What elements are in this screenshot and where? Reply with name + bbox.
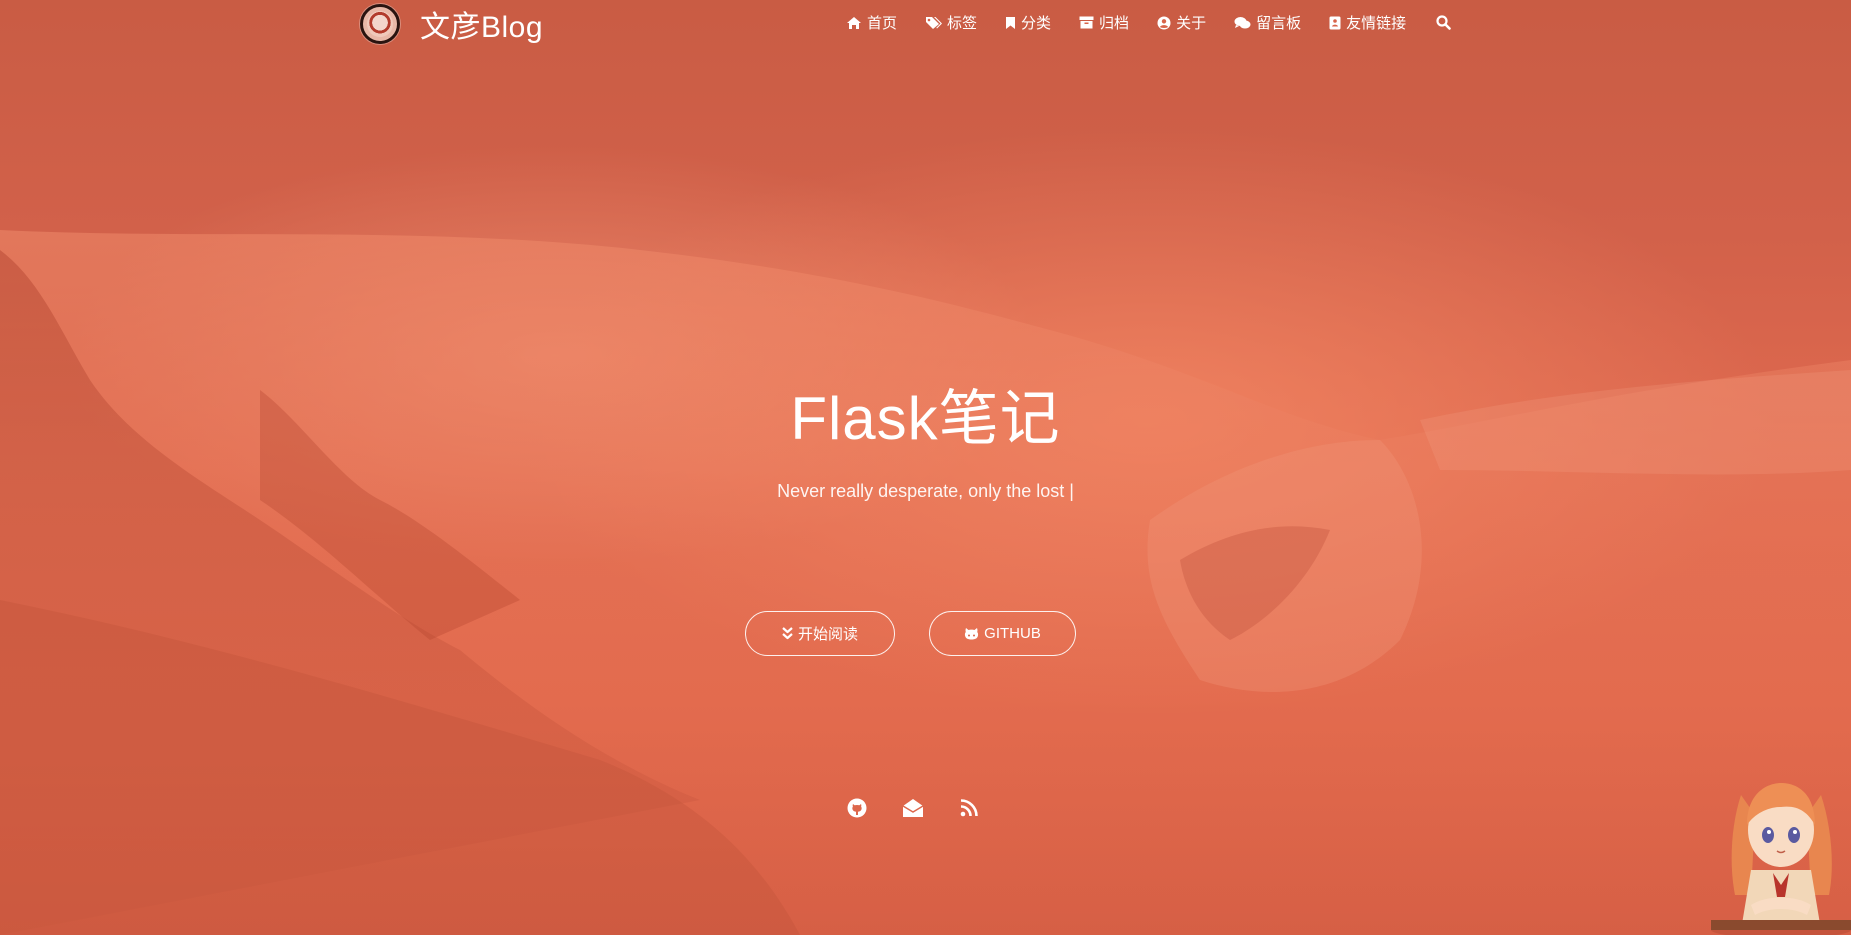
hero-title: Flask笔记 <box>790 385 1061 452</box>
rss-link[interactable] <box>957 796 981 820</box>
nav-item-about[interactable]: 关于 <box>1157 12 1206 33</box>
tags-icon <box>926 16 943 29</box>
angle-double-down-icon <box>782 627 793 640</box>
hero-subtitle: Never really desperate, only the lost | <box>777 481 1074 501</box>
archive-icon <box>1079 16 1094 29</box>
address-book-icon <box>1329 16 1341 29</box>
nav-item-guestbook[interactable]: 留言板 <box>1234 12 1301 33</box>
bookmark-icon <box>1006 16 1016 29</box>
nav-menu: 首页 标签 分类 归档 关于 留言板 友情链接 <box>846 12 1456 33</box>
rss-icon <box>960 799 978 817</box>
nav-item-categories[interactable]: 分类 <box>1005 12 1051 33</box>
github-button-label: GITHUB <box>984 625 1041 642</box>
search-button[interactable] <box>1436 15 1456 30</box>
mascot-character[interactable] <box>1711 755 1851 935</box>
nav-item-archive[interactable]: 归档 <box>1079 12 1129 33</box>
email-link[interactable] <box>901 796 925 820</box>
hero-banner: 文彦Blog 首页 标签 分类 归档 关于 留言板 友情链接 Flask笔记 N… <box>0 0 1851 935</box>
nav-label: 留言板 <box>1256 15 1302 32</box>
github-icon <box>847 798 867 818</box>
nav-label: 分类 <box>1021 15 1052 32</box>
github-button[interactable]: GITHUB <box>929 611 1076 656</box>
nav-label: 归档 <box>1099 15 1130 32</box>
site-title[interactable]: 文彦Blog <box>420 2 543 46</box>
top-navbar: 文彦Blog 首页 标签 分类 归档 关于 留言板 友情链接 <box>0 0 1851 48</box>
mountain-background <box>0 230 1851 935</box>
comments-icon <box>1234 16 1251 28</box>
brand[interactable]: 文彦Blog <box>360 4 543 44</box>
nav-item-tags[interactable]: 标签 <box>925 12 977 33</box>
site-logo[interactable] <box>360 4 400 44</box>
logo-image <box>367 11 393 37</box>
home-icon <box>847 16 861 29</box>
start-reading-label: 开始阅读 <box>797 626 858 643</box>
user-circle-icon <box>1157 16 1171 29</box>
nav-item-links[interactable]: 友情链接 <box>1329 12 1406 33</box>
github-alt-icon <box>965 628 979 640</box>
github-link[interactable] <box>845 796 869 820</box>
envelope-icon <box>902 799 924 817</box>
nav-item-home[interactable]: 首页 <box>846 12 897 33</box>
social-links <box>845 796 981 820</box>
nav-label: 首页 <box>867 15 898 32</box>
start-reading-button[interactable]: 开始阅读 <box>745 611 895 656</box>
nav-label: 关于 <box>1176 15 1207 32</box>
nav-label: 友情链接 <box>1346 15 1407 32</box>
search-icon <box>1436 15 1451 30</box>
nav-label: 标签 <box>947 15 978 32</box>
